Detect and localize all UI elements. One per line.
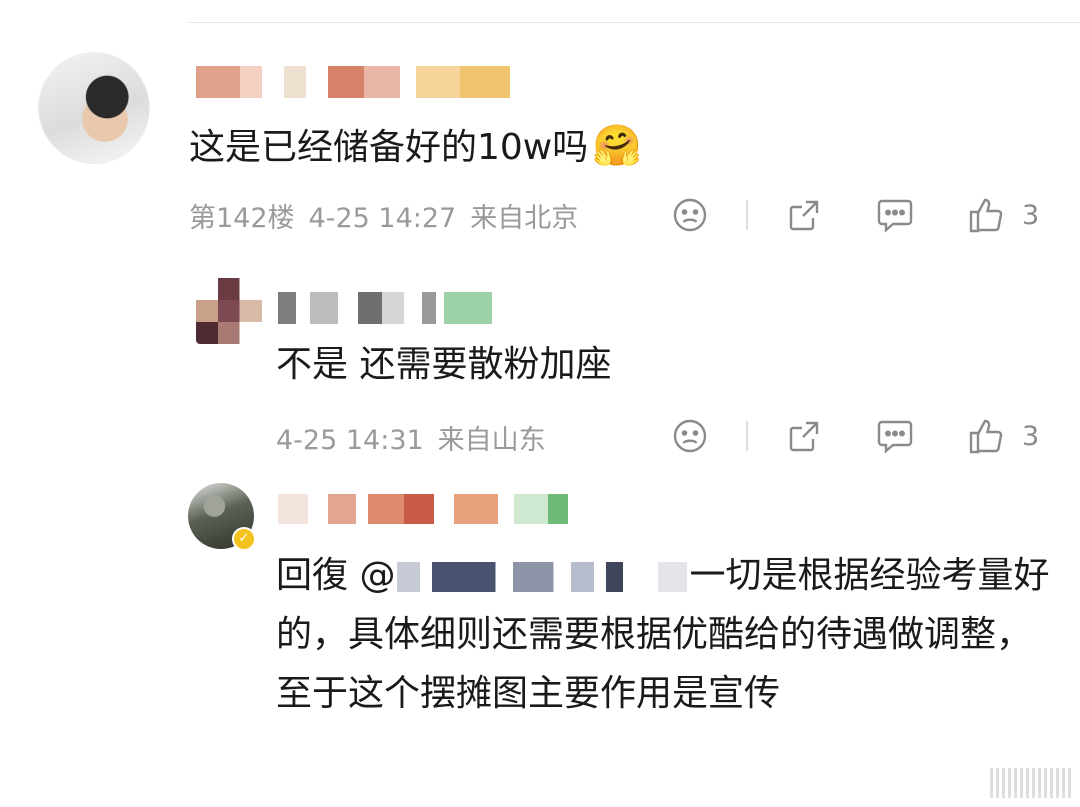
username-blurred[interactable] xyxy=(196,66,526,98)
reply-meta: 4-25 14:31 来自山东 xyxy=(276,418,560,457)
dislike-button[interactable] xyxy=(672,418,708,454)
username-blurred[interactable] xyxy=(278,494,608,524)
verified-badge-icon: ✓ xyxy=(232,527,256,551)
dislike-button[interactable] xyxy=(672,197,708,233)
share-button[interactable] xyxy=(786,418,822,454)
mention-username-blurred[interactable] xyxy=(397,562,688,592)
comment-icon xyxy=(877,199,913,233)
floor-number: 第142楼 xyxy=(189,203,295,234)
comment-meta: 第142楼 4-25 14:27 来自北京 xyxy=(189,196,592,235)
comment-text: 这是已经储备好的10w吗 🤗 xyxy=(189,124,642,170)
comment-location: 来自北京 xyxy=(470,203,579,234)
watermark xyxy=(990,768,1074,798)
share-button[interactable] xyxy=(786,197,822,233)
share-icon xyxy=(789,200,819,231)
avatar[interactable] xyxy=(38,52,150,164)
reply-location: 来自山东 xyxy=(437,425,546,456)
reply-datetime: 4-25 14:31 xyxy=(276,425,424,456)
comment-datetime: 4-25 14:27 xyxy=(308,203,457,234)
like-count: 3 xyxy=(1022,420,1040,452)
username-blurred[interactable] xyxy=(278,292,492,324)
like-count: 3 xyxy=(1022,199,1040,231)
thumbs-up-icon xyxy=(969,198,1003,233)
reply-text: 不是 还需要散粉加座 xyxy=(276,344,612,385)
frown-face-icon xyxy=(673,198,707,232)
avatar[interactable] xyxy=(196,278,262,344)
share-icon xyxy=(789,421,819,452)
like-button[interactable]: 3 xyxy=(968,417,1039,455)
reply-button[interactable] xyxy=(876,197,914,233)
action-separator xyxy=(746,200,748,230)
reply-to-text: 回復 @ 一切是根据经验考量好的，具体细则还需要根据优酷给的待遇做调整，至于这个摆… xyxy=(276,546,1056,723)
like-button[interactable]: 3 xyxy=(968,196,1039,234)
top-divider xyxy=(188,22,1080,23)
hugging-emoji-icon: 🤗 xyxy=(592,123,643,169)
reply-button[interactable] xyxy=(876,418,914,454)
comment-text-content: 这是已经储备好的10w吗 xyxy=(189,127,589,168)
comment-icon xyxy=(877,420,913,454)
frown-face-icon xyxy=(673,419,707,453)
thumbs-up-icon xyxy=(969,419,1003,454)
action-separator xyxy=(746,421,748,451)
reply-prefix: 回復 @ xyxy=(276,555,396,596)
